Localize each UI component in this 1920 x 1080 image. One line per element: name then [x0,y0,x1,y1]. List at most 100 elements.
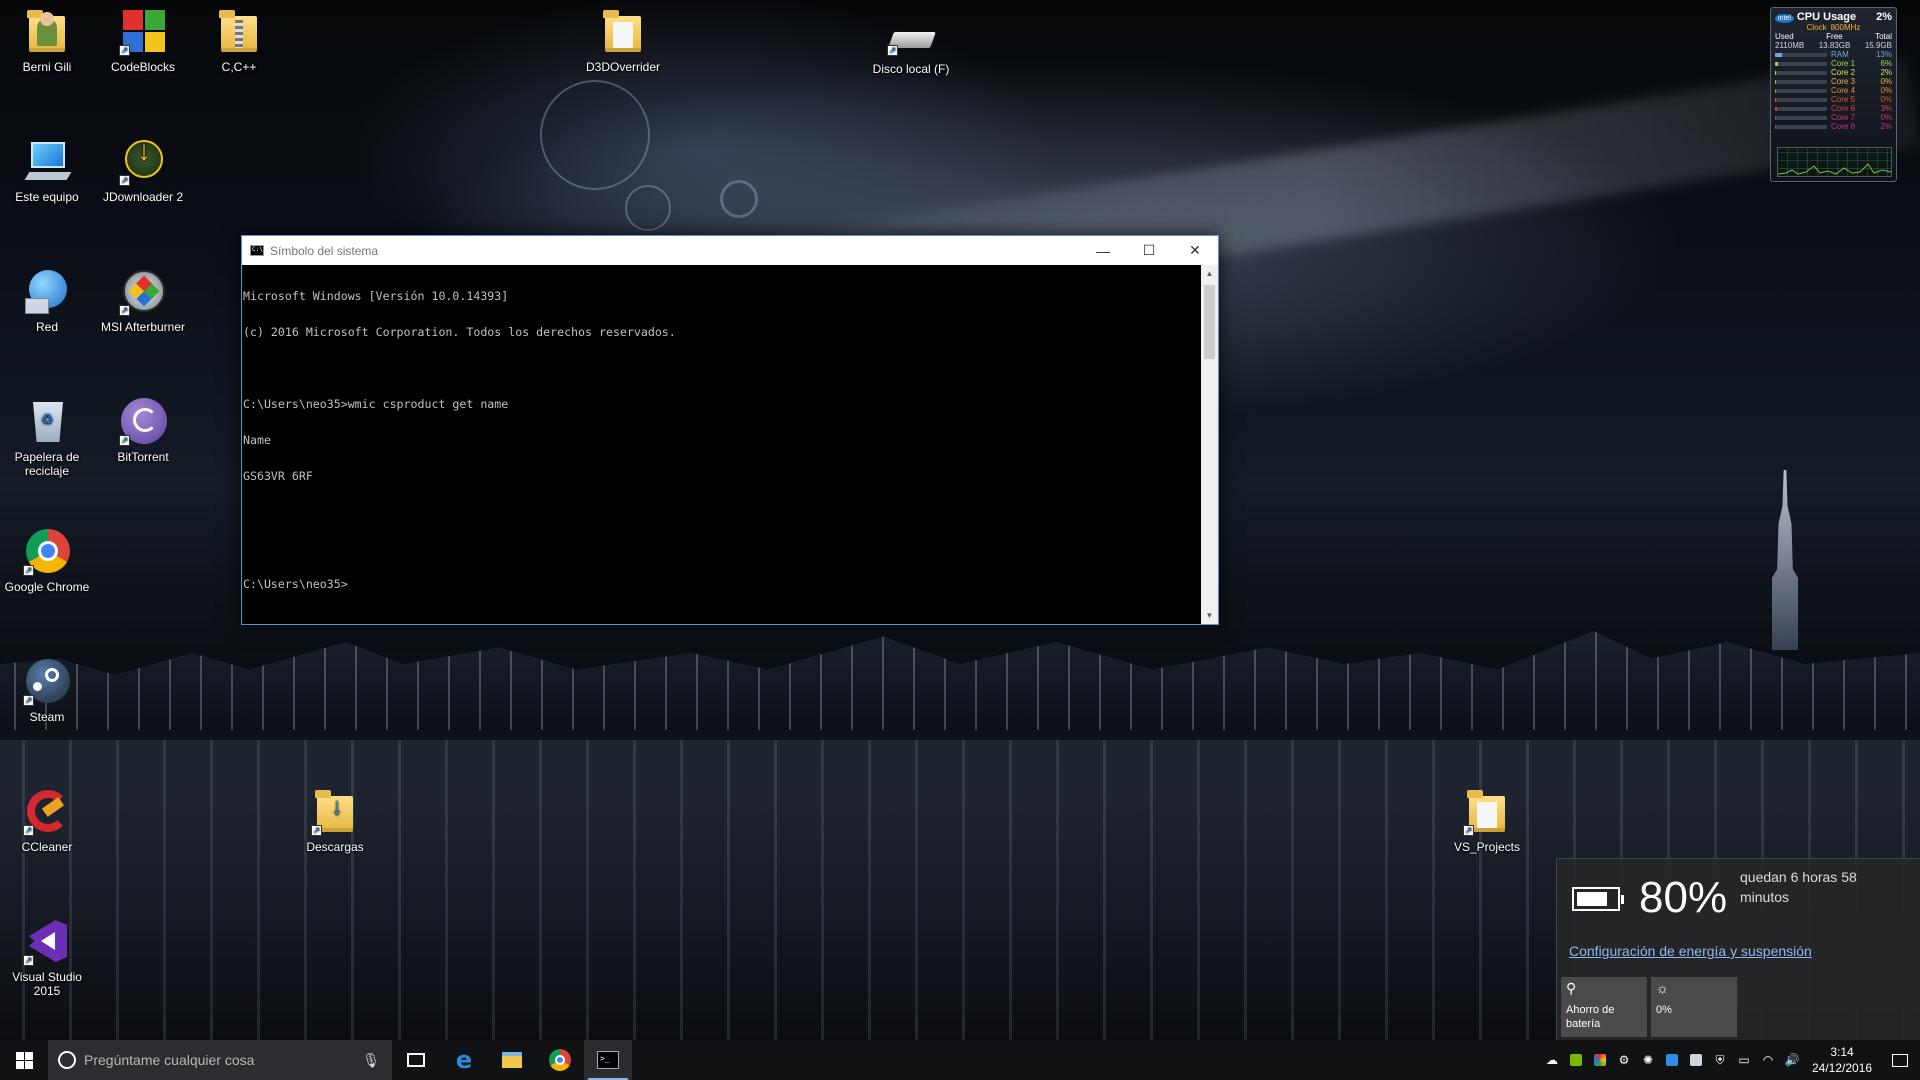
usage-bar-fill [1775,97,1776,102]
cortana-search-box[interactable]: Pregúntame cualquier cosa 🎙 [48,1040,392,1080]
desktop-icon-papelera[interactable]: ♻ Papelera de reciclaje [0,398,94,478]
maximize-button[interactable]: ☐ [1126,236,1172,265]
usage-value: 0% [1880,86,1892,95]
usage-bar-fill [1775,124,1777,129]
chrome-icon [549,1049,571,1071]
cpu-history-graph [1777,147,1892,177]
intel-logo-icon: intel [1775,14,1794,23]
close-button[interactable]: ✕ [1172,236,1218,265]
vertical-scrollbar[interactable]: ▲ ▼ [1201,265,1218,624]
desktop-icon-d3doverrider[interactable]: D3DOverrider [576,8,670,74]
usage-bar-track [1775,124,1827,129]
desktop-icon-descargas[interactable]: ↓ ↗ Descargas [288,788,382,854]
usage-value: 2% [1880,122,1892,131]
usage-bar-track [1775,106,1827,111]
desktop-icon-google-chrome[interactable]: ↗ Google Chrome [0,528,94,594]
gadget-memory-values: 2110MB 13.83GB 15.9GB [1775,41,1892,50]
cpu-usage-gadget[interactable]: intel CPU Usage 2% Clock 800MHz Used Free… [1770,7,1897,182]
volume-icon[interactable]: 🔊 [1780,1040,1804,1080]
folder-icon [599,8,647,56]
desktop-icon-label: Steam [29,710,65,724]
desktop-icon-codeblocks[interactable]: ↗ CodeBlocks [96,8,190,74]
console-line: Name [243,433,271,447]
desktop-icon-bittorrent[interactable]: ↗ BitTorrent [96,398,190,464]
downloads-folder-icon: ↓ ↗ [311,788,359,836]
desktop-icon-steam[interactable]: ↗ Steam [0,658,94,724]
taskbar-clock[interactable]: 3:14 24/12/2016 [1804,1044,1880,1076]
scroll-up-button[interactable]: ▲ [1201,265,1218,282]
usage-bar-track [1775,97,1827,102]
onedrive-icon[interactable]: ☁ [1540,1040,1564,1080]
desktop-icon-c-cpp[interactable]: C,C++ [192,8,286,74]
task-view-button[interactable] [392,1040,440,1080]
usage-bar-track [1775,70,1827,75]
desktop-icon-msi-afterburner[interactable]: ↗ MSI Afterburner [96,268,190,334]
usage-bar-fill [1775,61,1779,66]
desktop-icon-disco-local[interactable]: ↗ Disco local (F) [864,22,958,76]
window-title: Símbolo del sistema [270,243,379,258]
microphone-icon[interactable]: 🎙 [362,1052,380,1069]
clock-date: 24/12/2016 [1811,1061,1873,1075]
taskbar-command-prompt[interactable]: >_ [584,1040,632,1080]
console-line: (c) 2016 Microsoft Corporation. Todos lo… [243,325,676,339]
taskbar-edge[interactable]: e [440,1040,488,1080]
usage-value: 0% [1880,95,1892,104]
usage-label: Core 8 [1831,122,1856,131]
battery-flyout: 80% quedan 6 horas 58 minutos Configurac… [1556,858,1920,1040]
start-button[interactable] [0,1040,48,1080]
color-app-icon[interactable] [1588,1040,1612,1080]
usage-label: Core 6 [1831,104,1856,113]
steelseries-icon[interactable]: ✺ [1636,1040,1660,1080]
defender-icon[interactable]: ⛨ [1708,1040,1732,1080]
wifi-icon[interactable]: ◠ [1756,1040,1780,1080]
computer-icon [23,138,72,186]
power-settings-link[interactable]: Configuración de energía y suspensión [1569,943,1812,959]
gadget-usage-row: Core 4 0% [1775,86,1892,95]
desktop-icon-vs-projects[interactable]: ↗ VS_Projects [1440,788,1534,854]
console-line: Microsoft Windows [Versión 10.0.14393] [243,289,509,303]
command-prompt-window[interactable]: C:\ Símbolo del sistema — ☐ ✕ Microsoft … [241,235,1219,625]
gadget-clock: Clock 800MHz [1775,23,1892,32]
brightness-tile[interactable]: ☼ 0% [1651,977,1737,1037]
tile-label: Ahorro de batería [1566,1004,1615,1030]
wallpaper-tower [1772,470,1798,650]
wallpaper-skyline [0,631,1920,730]
recycle-bin-icon: ♻ [23,398,71,446]
gadget-usage-row: Core 1 6% [1775,59,1892,68]
display-tray-icon[interactable] [1684,1040,1708,1080]
desktop-icon-jdownloader[interactable]: ↓ ↗ JDownloader 2 [96,137,190,205]
gadget-usage-row: Core 3 0% [1775,77,1892,86]
action-center-button[interactable] [1880,1053,1920,1067]
desktop-icon-red[interactable]: Red [0,268,94,334]
usage-label: Core 5 [1831,95,1856,104]
search-placeholder: Pregúntame cualquier cosa [84,1052,255,1068]
usage-label: Core 7 [1831,113,1856,122]
gadget-usage-row: Core 7 0% [1775,113,1892,122]
wallpaper-swirl [540,80,650,190]
minimize-button[interactable]: — [1080,236,1126,265]
desktop-icon-visual-studio[interactable]: ↗ Visual Studio 2015 [0,918,94,998]
gadget-memory-headers: Used Free Total [1775,32,1892,41]
battery-saver-tile[interactable]: ⚲ Ahorro de batería [1561,977,1647,1037]
usage-bar-track [1775,79,1827,84]
brightness-icon: ☼ [1656,980,1669,996]
taskbar-file-explorer[interactable] [488,1040,536,1080]
steam-tray-icon[interactable]: ⚙ [1612,1040,1636,1080]
app-tray-icon[interactable] [1660,1040,1684,1080]
desktop-icon-ccleaner[interactable]: ↗ CCleaner [0,788,94,854]
scroll-thumb[interactable] [1204,285,1215,359]
console-output[interactable]: Microsoft Windows [Versión 10.0.14393] (… [242,265,1201,624]
usage-bar-track [1775,115,1827,120]
task-view-icon [407,1053,425,1067]
taskbar-chrome[interactable] [536,1040,584,1080]
scroll-down-button[interactable]: ▼ [1201,607,1218,624]
battery-tray-icon[interactable]: ▭ [1732,1040,1756,1080]
desktop-icon-berni-gili[interactable]: Berni Gili [0,8,94,74]
nvidia-icon[interactable] [1564,1040,1588,1080]
desktop-icon-este-equipo[interactable]: Este equipo [0,138,94,204]
window-titlebar[interactable]: C:\ Símbolo del sistema — ☐ ✕ [242,236,1218,265]
header-used: Used [1775,32,1794,41]
